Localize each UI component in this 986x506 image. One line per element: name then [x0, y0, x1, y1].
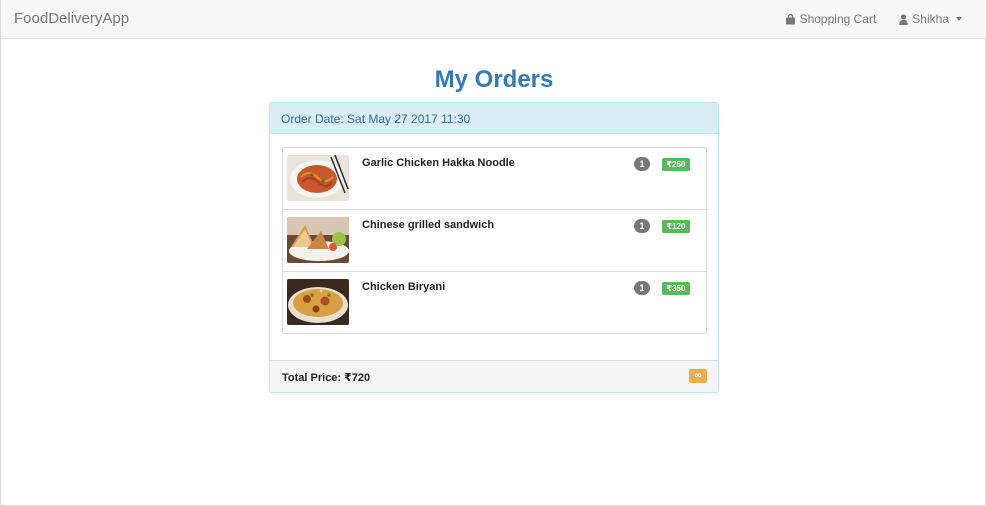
- noodles-image: [287, 155, 349, 201]
- quantity-badge: 1: [634, 157, 650, 171]
- quantity-badge: 1: [634, 219, 650, 233]
- order-panel: Order Date: Sat May 27 2017 11:30 Garlic…: [269, 102, 719, 393]
- brand-link[interactable]: FoodDeliveryApp: [14, 10, 129, 27]
- order-items-list: Garlic Chicken Hakka Noodle 1 ₹250 Chine…: [282, 147, 707, 334]
- order-item-row: Garlic Chicken Hakka Noodle 1 ₹250: [283, 148, 706, 210]
- navbar: FoodDeliveryApp Shopping Cart Shikha: [1, 0, 986, 39]
- order-status-label: ∞: [689, 369, 707, 383]
- user-menu-dropdown[interactable]: Shikha: [899, 12, 962, 26]
- caret-down-icon: [956, 17, 962, 21]
- order-date-heading: Order Date: Sat May 27 2017 11:30: [270, 103, 718, 134]
- item-name: Garlic Chicken Hakka Noodle: [362, 157, 515, 169]
- user-name-label: Shikha: [912, 12, 949, 26]
- order-panel-footer: Total Price: ₹720 ∞: [270, 360, 718, 392]
- total-price: Total Price: ₹720: [282, 372, 371, 384]
- item-name: Chicken Biryani: [362, 281, 446, 293]
- price-label: ₹250: [662, 158, 690, 171]
- order-item-row: Chinese grilled sandwich 1 ₹120: [283, 210, 706, 272]
- shopping-cart-link[interactable]: Shopping Cart: [785, 12, 877, 26]
- order-item-row: Chicken Biryani 1 ₹350: [283, 272, 706, 333]
- navbar-right: Shopping Cart Shikha: [785, 12, 962, 26]
- price-label: ₹120: [662, 220, 690, 233]
- sandwich-image: [287, 217, 349, 263]
- user-icon: [899, 13, 908, 25]
- shopping-cart-label: Shopping Cart: [799, 12, 877, 26]
- shopping-bag-icon: [785, 13, 796, 25]
- app-window: FoodDeliveryApp Shopping Cart Shikha My …: [0, 0, 986, 506]
- price-label: ₹350: [662, 282, 690, 295]
- page-title: My Orders: [434, 66, 554, 93]
- quantity-badge: 1: [634, 281, 650, 295]
- biryani-image: [287, 279, 349, 325]
- item-name: Chinese grilled sandwich: [362, 219, 495, 231]
